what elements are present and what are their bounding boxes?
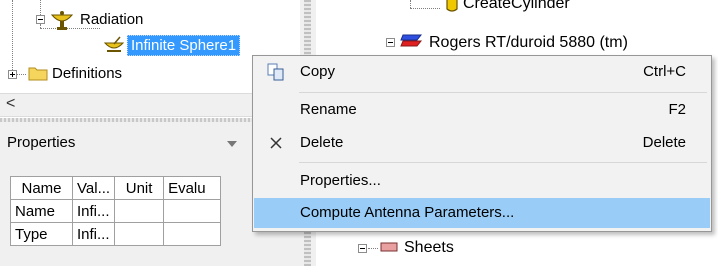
expand-collapse-toggle[interactable] — [36, 15, 45, 24]
tree-item-rogers-material[interactable]: Rogers RT/duroid 5880 (tm) — [429, 34, 628, 52]
copy-icon — [267, 63, 284, 81]
menu-item-shortcut: Delete — [642, 134, 686, 151]
expand-collapse-toggle[interactable] — [8, 70, 17, 79]
cell-value[interactable]: Infi... — [71, 222, 116, 246]
cell-value[interactable]: Infi... — [71, 199, 116, 223]
properties-title: Properties — [7, 134, 76, 151]
cell-unit — [114, 222, 165, 246]
table-header-row: Name Val... Unit Evalu — [10, 176, 222, 200]
menu-item-label: Delete — [300, 134, 344, 151]
tree-item-createcylinder[interactable]: CreateCylinder — [463, 0, 570, 13]
menu-separator — [299, 92, 707, 93]
table-row[interactable]: Type Infi... — [10, 222, 222, 246]
cell-name: Type — [10, 222, 73, 246]
radiation-icon — [50, 11, 74, 30]
menu-separator — [299, 162, 707, 163]
create-cylinder-icon — [446, 0, 458, 12]
expand-collapse-toggle[interactable] — [386, 38, 395, 47]
material-stack-icon — [400, 34, 423, 47]
expand-collapse-toggle[interactable] — [358, 244, 367, 253]
tree-item-radiation[interactable]: Radiation — [80, 11, 143, 28]
column-header-unit[interactable]: Unit — [114, 176, 165, 200]
column-header-value[interactable]: Val... — [71, 176, 116, 200]
cell-evaluated — [163, 222, 222, 246]
properties-table: Name Val... Unit Evalu Name Infi... Type… — [10, 176, 222, 246]
tree-item-definitions[interactable]: Definitions — [52, 65, 122, 82]
menu-item-label: Properties... — [300, 172, 381, 189]
folder-icon — [28, 67, 48, 81]
tree-item-sheets[interactable]: Sheets — [404, 239, 454, 257]
menu-item-delete[interactable]: Delete Delete — [254, 128, 710, 158]
menu-item-label: Rename — [300, 101, 357, 118]
context-menu: Copy Ctrl+C Rename F2 Delete Delete Prop… — [252, 55, 712, 232]
dropdown-arrow-icon[interactable] — [227, 141, 237, 147]
column-header-evaluated[interactable]: Evalu — [163, 176, 222, 200]
cell-unit — [114, 199, 165, 223]
menu-item-label: Copy — [300, 63, 336, 80]
cell-evaluated — [163, 199, 222, 223]
cell-name: Name — [10, 199, 73, 223]
menu-item-compute-antenna-parameters[interactable]: Compute Antenna Parameters... — [254, 198, 710, 228]
menu-item-copy[interactable]: Copy Ctrl+C — [254, 57, 710, 87]
menu-item-label: Compute Antenna Parameters... — [300, 204, 515, 221]
menu-item-properties[interactable]: Properties... — [254, 166, 710, 196]
menu-item-shortcut: Ctrl+C — [643, 63, 686, 80]
scroll-left-arrow-icon[interactable]: < — [6, 95, 15, 113]
menu-item-shortcut: F2 — [668, 101, 686, 118]
delete-x-icon — [270, 137, 282, 149]
sheets-icon — [380, 242, 398, 252]
column-header-name[interactable]: Name — [10, 176, 73, 200]
tree-item-infinite-sphere1[interactable]: Infinite Sphere1 — [127, 35, 241, 56]
infinite-sphere-icon — [103, 36, 125, 52]
table-row[interactable]: Name Infi... — [10, 199, 222, 223]
menu-item-rename[interactable]: Rename F2 — [254, 95, 710, 125]
